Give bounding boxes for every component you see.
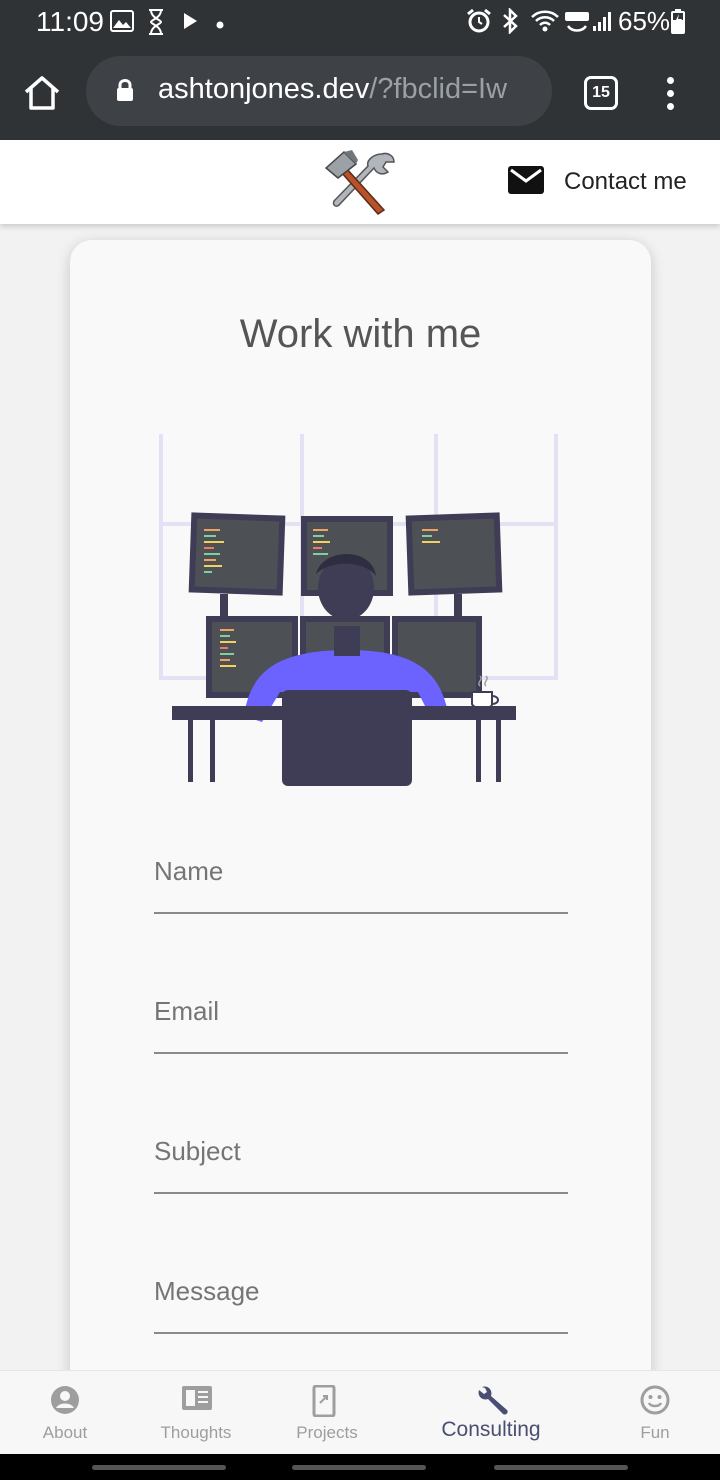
volte-icon <box>564 10 590 39</box>
developer-workstation-illustration <box>158 430 560 791</box>
hourglass-icon <box>146 8 166 41</box>
address-bar[interactable]: ashtonjones.dev/?fbclid=Iw <box>86 56 552 126</box>
email-field[interactable]: Email <box>154 982 568 1054</box>
account-circle-icon <box>51 1386 79 1414</box>
smiley-icon <box>640 1385 670 1415</box>
bluetooth-icon <box>500 6 520 39</box>
status-time: 11:09 <box>36 6 104 37</box>
nav-label-consulting: Consulting <box>441 1418 541 1441</box>
contact-me-label: Contact me <box>564 168 687 195</box>
subject-field-label: Subject <box>154 1136 241 1166</box>
hammer-wrench-logo-icon[interactable] <box>322 148 398 221</box>
wifi-icon <box>530 8 560 39</box>
mail-icon <box>508 165 544 199</box>
nav-item-consulting[interactable]: Consulting <box>426 1371 556 1455</box>
message-field-label: Message <box>154 1276 260 1306</box>
email-field-label: Email <box>154 996 220 1026</box>
url-host: ashtonjones.dev <box>158 73 370 105</box>
name-field-label: Name <box>154 856 224 886</box>
tab-switcher-button[interactable]: 15 <box>584 76 618 110</box>
battery-percent: 65% <box>618 6 671 36</box>
bottom-navigation: About Thoughts Projects Consulting Fun <box>0 1370 720 1454</box>
name-field[interactable]: Name <box>154 842 568 914</box>
signal-icon <box>592 10 614 37</box>
nav-item-fun[interactable]: Fun <box>590 1371 720 1455</box>
url-text: ashtonjones.dev/?fbclid=Iw <box>158 73 542 106</box>
nav-item-projects[interactable]: Projects <box>262 1371 392 1455</box>
nav-item-thoughts[interactable]: Thoughts <box>131 1371 261 1455</box>
nav-item-about[interactable]: About <box>0 1371 130 1455</box>
gesture-handle-center[interactable] <box>292 1465 426 1470</box>
status-bar: 11:09 65% <box>0 0 720 44</box>
lock-icon <box>116 78 134 107</box>
system-gesture-bar <box>0 1454 720 1480</box>
article-icon <box>182 1386 212 1410</box>
nav-label-thoughts: Thoughts <box>160 1423 232 1442</box>
notification-dot-icon <box>216 16 224 34</box>
battery-charging-icon <box>671 8 685 39</box>
projects-icon <box>312 1385 336 1417</box>
subject-field[interactable]: Subject <box>154 1122 568 1194</box>
consulting-card: Work with me Name Email Subject Message <box>70 240 651 1400</box>
wrench-icon <box>478 1386 508 1415</box>
site-header: Contact me <box>0 140 720 224</box>
url-path: /?fbclid=Iw <box>369 73 508 105</box>
more-menu-icon[interactable] <box>660 74 680 114</box>
gesture-handle-left[interactable] <box>92 1465 226 1470</box>
play-icon <box>182 12 198 35</box>
gesture-handle-right[interactable] <box>494 1465 628 1470</box>
nav-label-fun: Fun <box>640 1423 670 1442</box>
contact-me-link[interactable]: Contact me <box>508 164 687 200</box>
gallery-icon <box>110 10 134 37</box>
message-field[interactable]: Message <box>154 1262 568 1334</box>
nav-label-about: About <box>42 1423 88 1442</box>
browser-toolbar: ashtonjones.dev/?fbclid=Iw 15 <box>0 44 720 140</box>
home-icon[interactable] <box>22 74 62 114</box>
page-title: Work with me <box>239 312 482 356</box>
alarm-icon <box>466 8 492 39</box>
nav-label-projects: Projects <box>296 1423 358 1442</box>
